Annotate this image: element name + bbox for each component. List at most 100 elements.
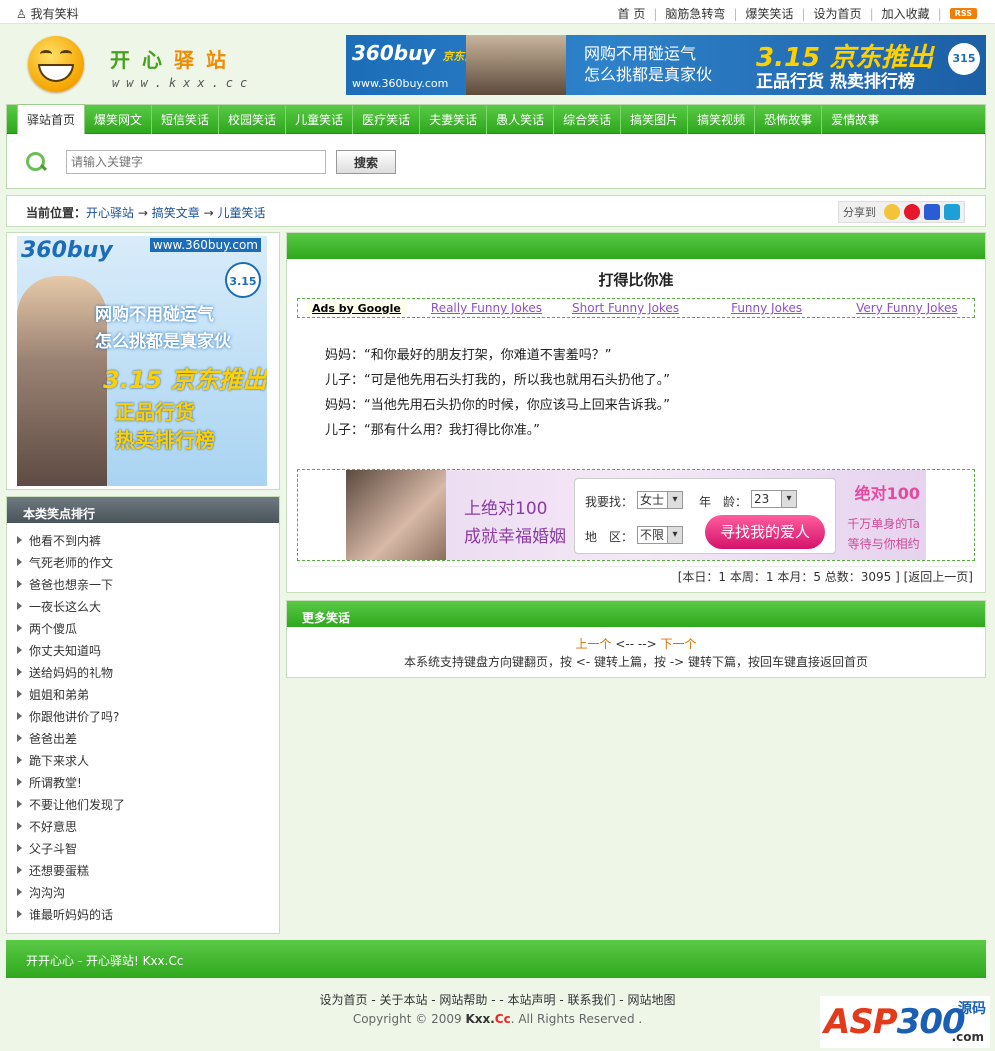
top-link-riddles[interactable]: 脑筋急转弯	[665, 5, 725, 22]
article-line: 儿子：“那有什么用？我打得比你准。”	[325, 423, 540, 438]
side-ad-url: www.360buy.com	[149, 238, 261, 252]
breadcrumb-kids-jokes[interactable]: 儿童笑话	[217, 206, 265, 220]
top-link-bookmark[interactable]: 加入收藏	[882, 5, 930, 22]
nav-item-funny-pictures[interactable]: 搞笑图片	[621, 105, 689, 134]
article-title: 打得比你准	[598, 271, 674, 289]
ranking-item[interactable]: 沟沟沟	[7, 884, 279, 906]
search-icon	[25, 151, 47, 173]
nav-item-home[interactable]: 驿站首页	[17, 104, 86, 134]
nav-item-kids-jokes[interactable]: 儿童笑话	[286, 105, 354, 134]
side-banner-ad[interactable]: 360buy www.360buy.com 3.15 网购不用碰运气 怎么挑都是真…	[6, 232, 280, 490]
ranking-item[interactable]: 你跟他讲价了吗?	[7, 708, 279, 730]
ad-link[interactable]: Really Funny Jokes	[431, 301, 542, 315]
ranking-item[interactable]: 你丈夫知道吗	[7, 642, 279, 664]
side-ad-person-image	[17, 276, 107, 486]
side-ad-slogan: 网购不用碰运气 怎么挑都是真家伙	[95, 305, 231, 352]
dating-ad-couple-image	[346, 470, 446, 560]
article-stats[interactable]: [本日：1 本周：1 本月：5 总数：3095 ] [返回上一页]	[297, 566, 975, 586]
user-icon: ♙	[16, 7, 27, 21]
ranking-item[interactable]: 还想要蛋糕	[7, 862, 279, 884]
dating-ad[interactable]: 上绝对100 成就幸福婚姻 我要找： 女士 年 龄： 23 地 区： 不限 寻找…	[346, 470, 926, 560]
search-row: 搜索	[25, 150, 396, 174]
article-header-bar	[287, 233, 985, 259]
more-jokes-title: 更多笑话	[287, 601, 985, 627]
ad-link[interactable]: Very Funny Jokes	[856, 301, 958, 315]
site-logo[interactable]: 开心驿站 www.kxx.cc	[28, 36, 248, 98]
banner-promo-sub: 正品行货 热卖排行榜	[756, 72, 915, 92]
nav-item-horror-stories[interactable]: 恐怖故事	[755, 105, 823, 134]
breadcrumb: 当前位置：开心驿站 → 搞笑文章 → 儿童笑话 分享到	[6, 195, 986, 227]
next-link[interactable]: 下一个	[660, 637, 696, 651]
breadcrumb-path: 当前位置：开心驿站 → 搞笑文章 → 儿童笑话	[26, 206, 266, 220]
breadcrumb-articles[interactable]: 搞笑文章	[152, 206, 200, 220]
ranking-item[interactable]: 不要让他们发现了	[7, 796, 279, 818]
top-link-set-homepage[interactable]: 设为首页	[814, 5, 862, 22]
search-input[interactable]	[66, 150, 326, 174]
dating-ad-line-2: 成就幸福婚姻	[464, 527, 566, 547]
ranking-item[interactable]: 他看不到内裤	[7, 532, 279, 554]
side-ad-badge: 3.15	[225, 262, 261, 298]
article-body: 妈妈：“和你最好的朋友打架，你难道不害羞吗？” 儿子：“可是他先用石头打我的，所…	[325, 343, 670, 443]
share-label: 分享到	[843, 206, 876, 219]
banner-url: www.360buy.com	[352, 77, 449, 90]
age-select[interactable]: 23	[751, 490, 797, 508]
rss-icon[interactable]: RSS	[949, 8, 977, 19]
prev-link[interactable]: 上一个	[576, 637, 612, 651]
ranking-item[interactable]: 不好意思	[7, 818, 279, 840]
logo-url: www.kxx.cc	[112, 76, 255, 90]
ranking-item[interactable]: 送给妈妈的礼物	[7, 664, 279, 686]
ads-by-google-label[interactable]: Ads by Google	[306, 301, 407, 315]
logo-title: 开心驿站	[110, 48, 238, 72]
footer-bar: 开开心心 - 开心驿站! Kxx.Cc	[6, 940, 986, 978]
share-qzone-icon[interactable]	[884, 204, 900, 220]
find-love-button[interactable]: 寻找我的爱人	[705, 515, 825, 549]
side-ad-promo: 3.15 京东推出	[103, 366, 267, 394]
ranking-item[interactable]: 所谓教堂!	[7, 774, 279, 796]
age-label: 年 龄：	[699, 495, 748, 509]
ad-link[interactable]: Funny Jokes	[731, 301, 802, 315]
ranking-item[interactable]: 气死老师的作文	[7, 554, 279, 576]
ranking-item[interactable]: 父子斗智	[7, 840, 279, 862]
banner-slogan: 网购不用碰运气 怎么挑都是真家伙	[584, 44, 713, 84]
ranking-item[interactable]: 跪下来求人	[7, 752, 279, 774]
top-bar: ♙ 我有笑料 首 页 | 脑筋急转弯 | 爆笑笑话 | 设为首页 | 加入收藏 | RSS	[0, 0, 995, 24]
dating-ad-tagline: 千万单身的Ta 等待与你相约	[847, 517, 920, 551]
ranking-item[interactable]: 一夜长这么大	[7, 598, 279, 620]
ranking-item[interactable]: 爸爸出差	[7, 730, 279, 752]
area-select[interactable]: 不限	[637, 526, 683, 544]
share-qq-icon[interactable]	[944, 204, 960, 220]
submit-joke-link[interactable]: ♙ 我有笑料	[16, 5, 79, 22]
dating-ad-form: 我要找： 女士 年 龄： 23 地 区： 不限 寻找我的爱人	[574, 478, 836, 554]
nav-item-web-jokes[interactable]: 爆笑网文	[85, 105, 153, 134]
keyboard-hint: 本系统支持键盘方向键翻页，按 <- 键转上篇，按 -> 键转下篇，按回车键直接返…	[403, 655, 869, 669]
share-bar: 分享到	[838, 201, 965, 223]
nav-item-love-stories[interactable]: 爱情故事	[822, 105, 888, 134]
breadcrumb-home[interactable]: 开心驿站	[86, 206, 134, 220]
pager: 上一个 <-- --> 下一个	[575, 637, 697, 651]
ranking-item[interactable]: 爸爸也想亲一下	[7, 576, 279, 598]
search-button[interactable]: 搜索	[336, 150, 396, 174]
article-panel: 打得比你准 Ads by Google Really Funny Jokes S…	[286, 232, 986, 593]
ranking-item[interactable]: 姐姐和弟弟	[7, 686, 279, 708]
main-nav: 驿站首页 爆笑网文 短信笑话 校园笑话 儿童笑话 医疗笑话 夫妻笑话 愚人笑话 …	[6, 104, 986, 189]
nav-item-campus-jokes[interactable]: 校园笑话	[219, 105, 287, 134]
top-link-home[interactable]: 首 页	[618, 5, 646, 22]
ranking-item[interactable]: 两个傻瓜	[7, 620, 279, 642]
share-weibo-icon[interactable]	[904, 204, 920, 220]
nav-item-april-fools-jokes[interactable]: 愚人笑话	[487, 105, 555, 134]
nav-item-funny-videos[interactable]: 搞笑视频	[688, 105, 756, 134]
nav-bar: 驿站首页 爆笑网文 短信笑话 校园笑话 儿童笑话 医疗笑话 夫妻笑话 愚人笑话 …	[7, 104, 985, 134]
ad-link[interactable]: Short Funny Jokes	[572, 301, 679, 315]
nav-item-medical-jokes[interactable]: 医疗笑话	[353, 105, 421, 134]
nav-item-sms-jokes[interactable]: 短信笑话	[152, 105, 220, 134]
dating-ad-box: 上绝对100 成就幸福婚姻 我要找： 女士 年 龄： 23 地 区： 不限 寻找…	[297, 469, 975, 561]
share-baidu-icon[interactable]	[924, 204, 940, 220]
dating-ad-logo: 绝对100	[854, 484, 920, 503]
top-link-funny-jokes[interactable]: 爆笑笑话	[745, 5, 793, 22]
banner-badge: 315	[948, 43, 980, 75]
ranking-item[interactable]: 谁最听妈妈的话	[7, 906, 279, 928]
top-banner-ad[interactable]: 360buy 京东商城 www.360buy.com 网购不用碰运气 怎么挑都是真…	[346, 35, 986, 95]
find-select[interactable]: 女士	[637, 491, 683, 509]
nav-item-couple-jokes[interactable]: 夫妻笑话	[420, 105, 488, 134]
nav-item-mixed-jokes[interactable]: 综合笑话	[554, 105, 622, 134]
